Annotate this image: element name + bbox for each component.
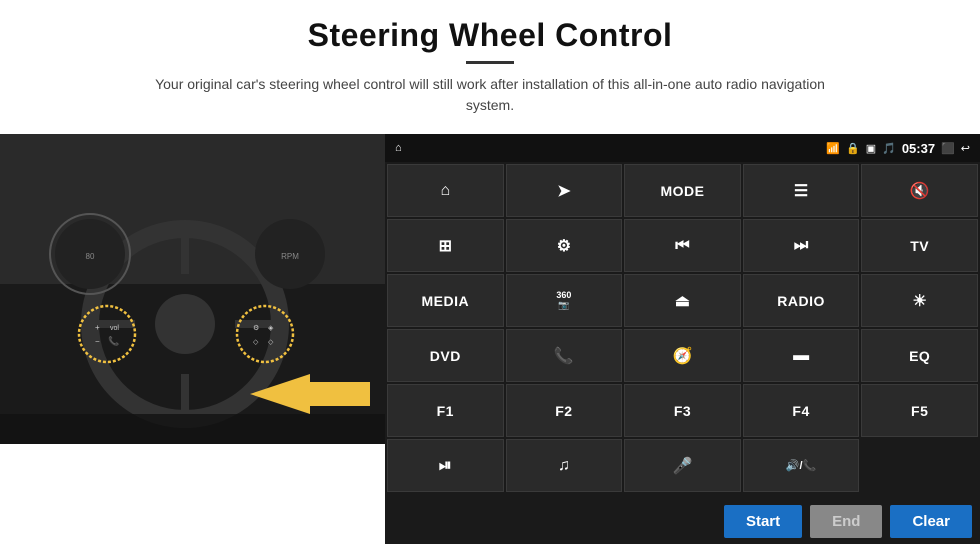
btn-eq[interactable]: EQ: [861, 329, 978, 382]
f4-label: F4: [792, 403, 809, 419]
btn-360cam[interactable]: 360📷: [506, 274, 623, 327]
btn-f1[interactable]: F1: [387, 384, 504, 437]
navi-icon: 🧭: [673, 346, 693, 366]
status-time: 05:37: [902, 141, 935, 156]
wifi-icon: 📶: [826, 142, 840, 155]
car-image: 80 RPM + − vol 📞 ⚙ ◇ ◈ ◇: [0, 134, 385, 444]
btn-next[interactable]: ⏭: [743, 219, 860, 272]
f5-label: F5: [911, 403, 928, 419]
prev-icon: ⏮: [675, 237, 689, 255]
btn-tv[interactable]: TV: [861, 219, 978, 272]
home-status-icon: ⌂: [395, 142, 402, 154]
dvd-label: DVD: [430, 348, 461, 364]
header-section: Steering Wheel Control Your original car…: [0, 0, 980, 124]
button-grid: ⌂ ➤ MODE ☰ 🔇 ⊞ ⚙: [385, 162, 980, 498]
media-label: MEDIA: [421, 293, 469, 309]
content-area: 80 RPM + − vol 📞 ⚙ ◇ ◈ ◇: [0, 134, 980, 544]
page-wrapper: Steering Wheel Control Your original car…: [0, 0, 980, 544]
btn-nav[interactable]: ➤: [506, 164, 623, 217]
btn-playpause[interactable]: ⏯: [387, 439, 504, 492]
btn-apps[interactable]: ⊞: [387, 219, 504, 272]
btn-f2[interactable]: F2: [506, 384, 623, 437]
settings-icon: ⚙: [557, 236, 571, 256]
btn-dvd[interactable]: DVD: [387, 329, 504, 382]
svg-text:📞: 📞: [108, 335, 120, 346]
mic-icon: 🎤: [673, 456, 693, 476]
action-bar: Start End Clear: [385, 498, 980, 544]
eq-label: EQ: [909, 348, 930, 364]
clear-button[interactable]: Clear: [890, 505, 972, 538]
start-button[interactable]: Start: [724, 505, 802, 538]
btn-music[interactable]: ♫: [506, 439, 623, 492]
svg-text:+: +: [95, 323, 100, 332]
f3-label: F3: [674, 403, 691, 419]
btn-navi[interactable]: 🧭: [624, 329, 741, 382]
title-divider: [466, 61, 514, 64]
volphone-icon: 🔊/📞: [786, 459, 816, 472]
f1-label: F1: [437, 403, 454, 419]
nav-icon: ➤: [557, 181, 570, 201]
list-icon: ☰: [794, 181, 808, 201]
phone-icon: 📞: [554, 346, 574, 366]
btn-list[interactable]: ☰: [743, 164, 860, 217]
btn-mode[interactable]: MODE: [624, 164, 741, 217]
btn-f4[interactable]: F4: [743, 384, 860, 437]
btn-brightness[interactable]: ☀: [861, 274, 978, 327]
btn-mute[interactable]: 🔇: [861, 164, 978, 217]
svg-text:80: 80: [86, 252, 95, 261]
end-button[interactable]: End: [810, 505, 882, 538]
f2-label: F2: [555, 403, 572, 419]
svg-text:RPM: RPM: [281, 252, 299, 261]
home-icon: ⌂: [440, 182, 450, 200]
radio-label: RADIO: [777, 293, 825, 309]
btn-f5[interactable]: F5: [861, 384, 978, 437]
cam-icon: 360📷: [556, 291, 571, 311]
svg-text:⚙: ⚙: [253, 324, 259, 332]
brightness-icon: ☀: [913, 291, 927, 311]
btn-empty1: [861, 439, 978, 492]
btn-media[interactable]: MEDIA: [387, 274, 504, 327]
btn-volphone[interactable]: 🔊/📞: [743, 439, 860, 492]
svg-text:vol: vol: [110, 325, 119, 332]
mute-icon: 🔇: [910, 181, 930, 201]
btn-screen[interactable]: ▬: [743, 329, 860, 382]
svg-text:◇: ◇: [253, 339, 259, 346]
btn-prev[interactable]: ⏮: [624, 219, 741, 272]
next-icon: ⏭: [794, 237, 808, 255]
svg-text:−: −: [95, 337, 100, 346]
status-bar-left: ⌂: [395, 142, 402, 154]
sim-icon: ▣: [866, 142, 876, 155]
btn-settings[interactable]: ⚙: [506, 219, 623, 272]
btn-mic[interactable]: 🎤: [624, 439, 741, 492]
btn-f3[interactable]: F3: [624, 384, 741, 437]
btn-eject[interactable]: ⏏: [624, 274, 741, 327]
back-icon: ↩: [961, 142, 970, 155]
page-subtitle: Your original car's steering wheel contr…: [150, 74, 830, 116]
screen-icon: ⬛: [941, 142, 955, 155]
svg-text:◇: ◇: [268, 339, 274, 346]
eject-icon: ⏏: [675, 291, 690, 311]
screen2-icon: ▬: [793, 347, 809, 365]
btn-phone[interactable]: 📞: [506, 329, 623, 382]
status-bar-right: 📶 🔒 ▣ 🎵 05:37 ⬛ ↩: [826, 141, 970, 156]
bt-icon: 🎵: [882, 142, 896, 155]
music-icon: ♫: [558, 457, 570, 475]
mode-label: MODE: [660, 183, 704, 199]
btn-empty2: [387, 494, 504, 496]
lock-icon: 🔒: [846, 142, 860, 155]
tv-label: TV: [910, 238, 929, 254]
btn-home[interactable]: ⌂: [387, 164, 504, 217]
status-bar: ⌂ 📶 🔒 ▣ 🎵 05:37 ⬛ ↩: [385, 134, 980, 162]
page-title: Steering Wheel Control: [60, 18, 920, 53]
playpause-icon: ⏯: [439, 457, 452, 475]
control-panel: ⌂ 📶 🔒 ▣ 🎵 05:37 ⬛ ↩ ⌂: [385, 134, 980, 544]
apps-icon: ⊞: [439, 236, 452, 256]
btn-radio[interactable]: RADIO: [743, 274, 860, 327]
svg-text:◈: ◈: [268, 325, 274, 332]
